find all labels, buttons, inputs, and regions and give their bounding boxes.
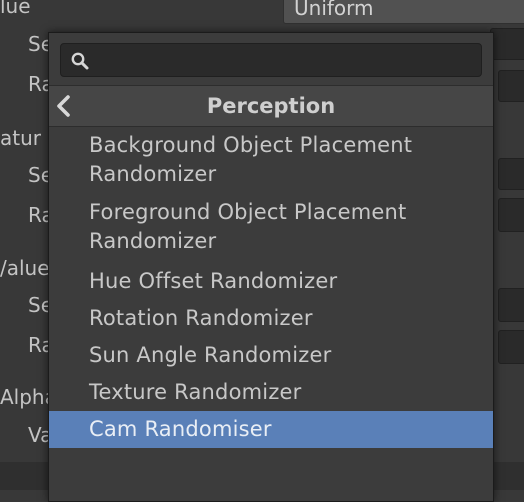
field-label: /alue (0, 256, 50, 280)
list-item[interactable]: Hue Offset Randomizer (49, 263, 493, 300)
distribution-dropdown[interactable]: Uniform (283, 0, 524, 24)
list-item-selected[interactable]: Cam Randomiser (49, 411, 493, 448)
search-icon (70, 51, 90, 71)
list-item[interactable]: Texture Randomizer (49, 374, 493, 411)
dropdown-value: Uniform (294, 0, 374, 20)
list-item[interactable]: Background Object Placement Randomizer (49, 129, 493, 196)
category-title: Perception (206, 94, 336, 118)
randomizer-picker-popup: Perception Background Object Placement R… (48, 32, 494, 502)
value-field[interactable] (498, 198, 524, 232)
list-item-label: Cam Randomiser (89, 417, 272, 441)
randomizer-list: Background Object Placement Randomizer F… (49, 129, 493, 448)
list-item-label: Texture Randomizer (89, 380, 302, 404)
search-box[interactable] (60, 43, 482, 77)
list-item-label: Hue Offset Randomizer (89, 269, 338, 293)
search-input[interactable] (95, 46, 479, 76)
list-item-label: Background Object Placement Randomizer (89, 133, 413, 186)
category-header: Perception (49, 85, 493, 127)
value-field[interactable] (498, 158, 524, 190)
field-label: atur (0, 126, 41, 150)
list-item-label: Foreground Object Placement Randomizer (89, 200, 407, 253)
list-item[interactable]: Rotation Randomizer (49, 300, 493, 337)
list-item-label: Sun Angle Randomizer (89, 343, 332, 367)
value-field[interactable] (498, 330, 524, 364)
list-item[interactable]: Foreground Object Placement Randomizer (49, 196, 493, 263)
list-item-label: Rotation Randomizer (89, 306, 313, 330)
value-field[interactable] (490, 28, 524, 60)
value-field[interactable] (498, 70, 524, 102)
list-item[interactable]: Sun Angle Randomizer (49, 337, 493, 374)
value-field[interactable] (498, 288, 524, 322)
field-label: lue (0, 0, 31, 18)
